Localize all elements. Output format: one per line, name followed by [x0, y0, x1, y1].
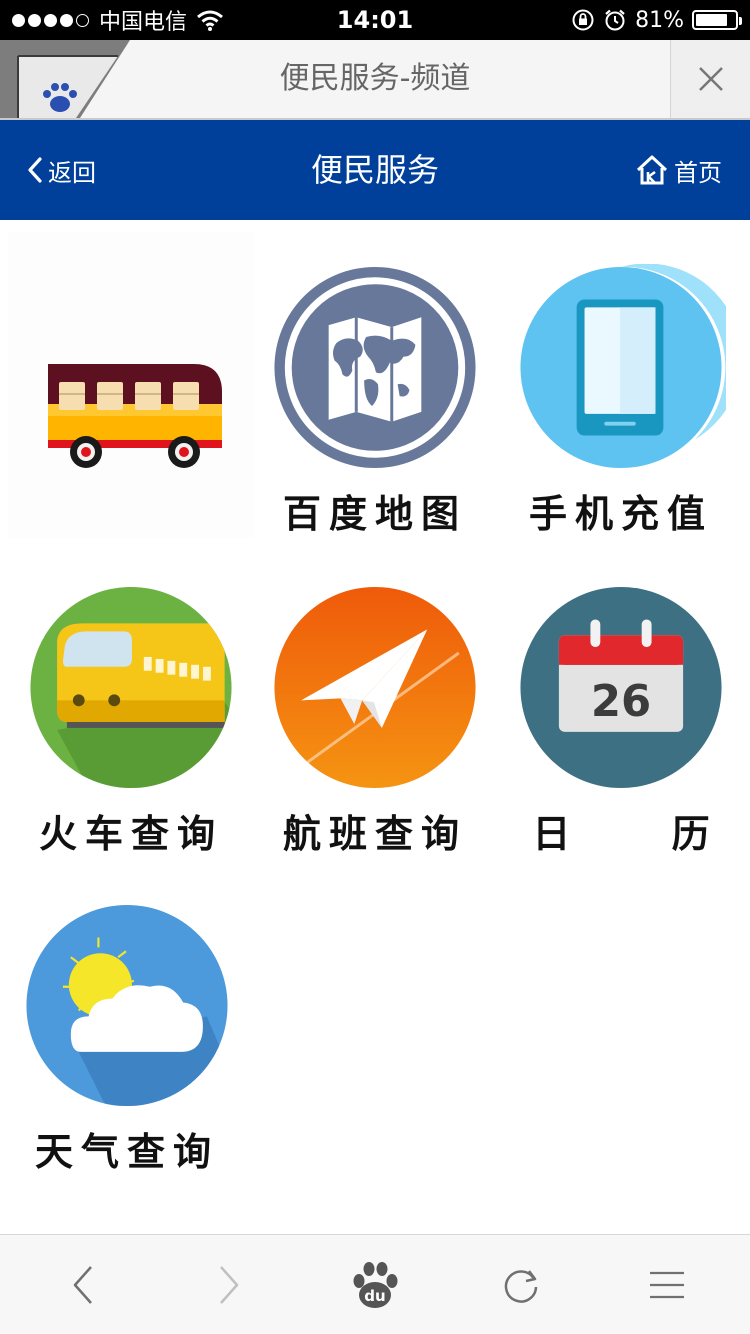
- home-link[interactable]: 首页: [636, 120, 722, 220]
- service-calendar[interactable]: 26 日 历: [498, 540, 744, 858]
- page-header: 返回 便民服务 首页: [0, 120, 750, 220]
- service-phone-recharge[interactable]: 手机充值: [498, 220, 744, 538]
- status-bar-right: 81%: [571, 6, 742, 34]
- phone-icon: [520, 264, 726, 469]
- tab-thumbnail[interactable]: [0, 40, 130, 118]
- service-label: 火车查询: [38, 811, 223, 856]
- battery-level: [696, 14, 727, 26]
- tab-title: 便民服务-频道: [279, 61, 471, 96]
- back-label: 返回: [48, 158, 96, 187]
- home-icon: [636, 155, 668, 185]
- close-icon: [698, 67, 723, 91]
- baidu-du-text: du: [364, 1287, 385, 1305]
- calendar-icon: 26: [520, 586, 722, 789]
- service-baidu-map[interactable]: 百度地图: [252, 220, 498, 538]
- service-label: 航班查询: [282, 811, 467, 856]
- battery-percent: 81%: [635, 7, 684, 33]
- refresh-icon: [504, 1270, 538, 1303]
- baidu-icon: du: [353, 1262, 398, 1308]
- menu-button[interactable]: [617, 1235, 717, 1334]
- browser-tab-bar: 便民服务-频道: [0, 40, 750, 120]
- service-label: 手机充值: [528, 491, 713, 536]
- alarm-icon: [605, 9, 625, 31]
- train-icon: [30, 586, 232, 789]
- menu-icon: [650, 1271, 684, 1299]
- rotation-lock-icon: [572, 9, 594, 31]
- refresh-button[interactable]: [471, 1235, 571, 1334]
- baidu-home-button[interactable]: du: [325, 1235, 425, 1334]
- tab-close-button[interactable]: [670, 40, 750, 118]
- service-label: 百度地图: [282, 491, 467, 536]
- service-flight[interactable]: 航班查询: [252, 540, 498, 858]
- status-bar: 中国电信 14:01 81%: [0, 0, 750, 40]
- forward-icon: [220, 1266, 239, 1304]
- service-bus[interactable]: [8, 232, 254, 538]
- browser-forward-button[interactable]: [179, 1235, 279, 1334]
- service-label: 天气查询: [34, 1129, 219, 1174]
- browser-back-button[interactable]: [33, 1235, 133, 1334]
- service-train[interactable]: 火车查询: [8, 540, 254, 858]
- paper-plane-icon: [274, 586, 476, 789]
- service-weather[interactable]: 天气查询: [4, 858, 250, 1176]
- back-link[interactable]: 返回: [26, 120, 96, 220]
- chevron-left-icon: [28, 157, 42, 183]
- battery-icon: [692, 10, 742, 30]
- back-icon: [73, 1266, 92, 1304]
- calendar-day: 26: [591, 677, 651, 727]
- bus-icon: [48, 364, 222, 468]
- weather-icon: [26, 904, 228, 1107]
- browser-toolbar: du: [0, 1234, 750, 1334]
- service-label: 日 历: [532, 811, 750, 856]
- home-label: 首页: [674, 158, 722, 187]
- map-icon: [274, 266, 476, 469]
